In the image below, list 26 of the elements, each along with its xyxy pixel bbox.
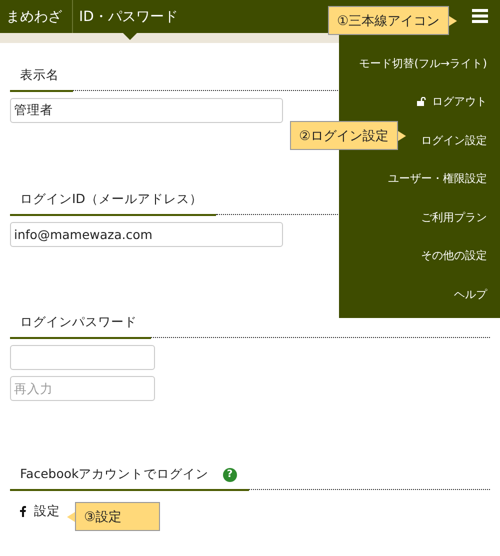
input-field[interactable]: info@mamewaza.com (10, 222, 283, 247)
callout-tooltip: ②ログイン設定 (290, 121, 398, 150)
section-heading: ログインパスワード (20, 314, 137, 331)
input-field[interactable]: 再入力 (10, 376, 155, 401)
menu-item[interactable]: ヘルプ (339, 275, 500, 314)
input-field[interactable]: 管理者 (10, 98, 283, 123)
facebook-icon (20, 506, 26, 517)
help-icon[interactable]: ? (222, 468, 237, 482)
pointer-icon (67, 512, 75, 522)
menu-item[interactable]: その他の設定 (339, 236, 500, 275)
menu-item[interactable]: ご利用プラン (339, 198, 500, 236)
callout-tooltip: ①三本線アイコン (328, 6, 449, 35)
breadcrumb[interactable]: ID・パスワード (73, 0, 188, 40)
lock-icon (417, 97, 426, 106)
pointer-icon (398, 130, 406, 140)
section-heading: Facebookアカウントでログイン (20, 466, 209, 483)
section-heading: 表示名 (20, 67, 59, 84)
section-heading: ログインID（メールアドレス） (20, 191, 202, 208)
facebook-setting-link[interactable]: 設定 (34, 503, 60, 520)
callout-tooltip: ③設定 (75, 502, 160, 531)
pointer-icon (448, 16, 457, 26)
menu-item[interactable]: モード切替(フル→ライト) (339, 44, 500, 82)
menu-icon[interactable] (472, 9, 488, 23)
menu-item[interactable]: ログアウト (339, 82, 500, 121)
menu-item[interactable]: ユーザー・権限設定 (339, 160, 500, 198)
input-field[interactable] (10, 345, 155, 370)
